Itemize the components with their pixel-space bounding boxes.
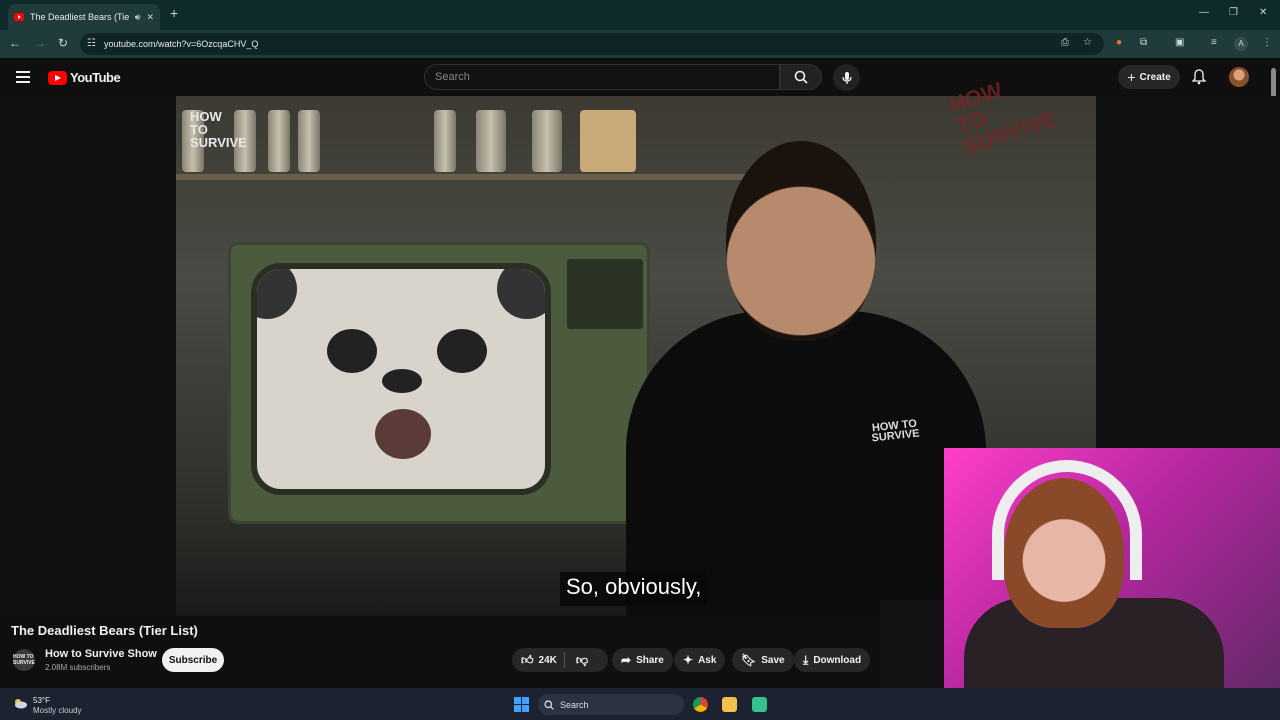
shelf-jar — [268, 110, 290, 172]
share-label: Share — [636, 654, 664, 666]
microphone-icon — [841, 71, 852, 84]
video-captions: So, obviously, — [560, 572, 708, 606]
shelf-jar — [476, 110, 506, 172]
profile-avatar[interactable]: A — [1234, 37, 1248, 51]
taskbar-search[interactable]: Search — [538, 694, 684, 715]
video-title: The Deadliest Bears (Tier List) — [11, 623, 198, 638]
browser-tabstrip: The Deadliest Bears (Tier List) 🔊︎ ✕ + —… — [0, 0, 1280, 30]
windows-start-icon[interactable] — [514, 697, 529, 712]
channel-watermark: HOW TO SURVIVE — [190, 109, 247, 150]
create-label: Create — [1139, 71, 1171, 83]
search-placeholder: Search — [435, 71, 470, 83]
url-text: youtube.com/watch?v=6OzcqaCHV_Q — [104, 39, 259, 49]
ask-button[interactable]: ✦ Ask — [674, 648, 726, 672]
search-button[interactable] — [780, 64, 822, 90]
extensions-puzzle-icon[interactable]: ⧉ — [1140, 37, 1147, 48]
shirt-logo: HOW TO SURVIVE — [871, 417, 921, 445]
subscribe-button[interactable]: Subscribe — [162, 648, 224, 672]
search-icon — [794, 70, 808, 84]
voice-search-button[interactable] — [833, 64, 860, 91]
download-icon: ⤓ — [803, 652, 809, 667]
restore-icon[interactable]: ❐ — [1229, 7, 1238, 18]
like-count: 24K — [538, 654, 557, 666]
bookmark-star-icon[interactable]: ☆ — [1083, 37, 1092, 48]
save-label: Save — [761, 654, 785, 666]
like-dislike-group: 👍︎ 24K 👎︎ — [512, 648, 608, 672]
file-explorer-icon[interactable] — [722, 697, 737, 712]
sparkle-icon: ✦ — [683, 653, 694, 667]
tv-screen-panda — [251, 263, 551, 495]
site-info-icon[interactable]: ☷ — [87, 38, 96, 49]
share-icon: ➦ — [621, 653, 632, 667]
channel-avatar[interactable]: HOW TO SURVIVE — [13, 649, 35, 671]
new-tab-icon[interactable]: + — [170, 5, 178, 21]
youtube-logo[interactable]: YouTube — [48, 70, 121, 85]
install-app-icon[interactable]: ⎙ — [1061, 37, 1069, 48]
search-icon — [544, 699, 554, 710]
speaker-icon[interactable]: 🔊︎ — [135, 12, 141, 23]
shelf-jar — [532, 110, 562, 172]
browser-toolbar: ← → ↻ ☷ youtube.com/watch?v=6OzcqaCHV_Q … — [0, 30, 1280, 58]
shelf-jar — [434, 110, 456, 172]
host-head — [726, 141, 876, 341]
notifications-bell-icon[interactable] — [1192, 69, 1206, 85]
hamburger-menu-icon[interactable] — [16, 71, 30, 83]
forward-icon[interactable]: → — [34, 36, 46, 50]
split-view-icon[interactable]: ▣ — [1175, 37, 1184, 48]
dislike-button[interactable]: 👎︎ — [576, 653, 588, 668]
download-button[interactable]: ⤓ Download — [794, 648, 871, 672]
taskbar-search-label: Search — [560, 699, 589, 710]
shelf-jar — [298, 110, 320, 172]
reload-icon[interactable]: ↻ — [58, 36, 68, 50]
chrome-app-icon[interactable] — [693, 697, 708, 712]
address-bar[interactable]: ☷ youtube.com/watch?v=6OzcqaCHV_Q — [80, 33, 1104, 55]
back-icon[interactable]: ← — [9, 36, 21, 50]
like-button[interactable]: 👍︎ 24K — [521, 653, 557, 668]
ask-label: Ask — [698, 654, 717, 666]
download-label: Download — [813, 654, 862, 666]
close-window-icon[interactable]: ✕ — [1259, 7, 1267, 18]
weather-description[interactable]: Mostly cloudy — [33, 706, 81, 715]
youtube-logo-text: YouTube — [70, 70, 121, 85]
headphones — [992, 460, 1142, 580]
minimize-icon[interactable]: — — [1199, 7, 1209, 18]
share-button[interactable]: ➦ Share — [612, 648, 673, 672]
save-button[interactable]: 🔖︎ Save — [732, 648, 794, 672]
extension-icon[interactable]: ● — [1116, 37, 1122, 48]
search-input[interactable]: Search — [424, 64, 780, 90]
weather-temperature[interactable]: 53°F — [33, 696, 50, 705]
streamer-webcam — [944, 448, 1280, 720]
cloudy-weather-icon[interactable] — [12, 697, 28, 709]
host-shirt — [626, 311, 986, 616]
browser-menu-icon[interactable]: ⋮ — [1262, 37, 1272, 48]
windows-taskbar: 53°F Mostly cloudy Search — [0, 688, 1280, 720]
tab-title: The Deadliest Bears (Tier List) — [30, 12, 129, 22]
app-icon[interactable] — [752, 697, 767, 712]
thumbs-down-icon: 👎︎ — [575, 652, 589, 667]
plus-icon: + — [1127, 69, 1136, 85]
create-button[interactable]: + Create — [1118, 65, 1180, 89]
bookmark-icon: 🔖︎ — [741, 653, 757, 667]
youtube-favicon-icon — [14, 13, 24, 21]
subscriber-count: 2.08M subscribers — [45, 663, 111, 672]
user-avatar[interactable] — [1229, 67, 1249, 87]
media-controls-icon[interactable]: ≡ — [1211, 37, 1217, 48]
youtube-header: YouTube Search + Create — [0, 58, 1280, 96]
retro-tv — [228, 242, 650, 524]
youtube-play-icon — [48, 70, 67, 85]
like-divider — [564, 652, 565, 668]
thumbs-up-icon: 👍︎ — [521, 652, 534, 667]
close-tab-icon[interactable]: ✕ — [146, 12, 154, 23]
browser-tab[interactable]: The Deadliest Bears (Tier List) 🔊︎ ✕ — [8, 4, 160, 30]
channel-name[interactable]: How to Survive Show — [45, 648, 157, 660]
